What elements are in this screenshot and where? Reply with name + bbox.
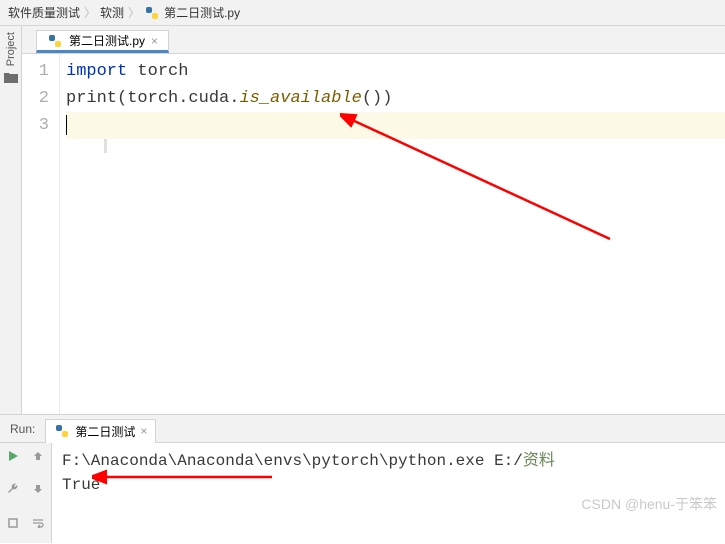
code-line-current [66, 112, 725, 139]
rerun-button[interactable] [0, 443, 26, 469]
console-line: F:\Anaconda\Anaconda\envs\pytorch\python… [62, 449, 715, 473]
folder-icon [4, 72, 18, 87]
run-tab-label: 第二日测试 [75, 423, 135, 440]
project-tool-sidebar[interactable]: Project [0, 26, 22, 414]
breadcrumb-file[interactable]: 第二日测试.py [164, 4, 240, 21]
console-line: True [62, 473, 715, 497]
breadcrumb-mid[interactable]: 软测 [100, 4, 124, 21]
run-header: Run: 第二日测试 × [0, 415, 725, 443]
chevron-right-icon: 〉 [128, 4, 140, 21]
run-toolbar [0, 443, 52, 543]
text-caret [66, 115, 67, 135]
editor-tab-active[interactable]: 第二日测试.py × [36, 30, 169, 53]
wrench-button[interactable] [0, 476, 26, 502]
python-file-icon [144, 5, 160, 21]
breadcrumb-root[interactable]: 软件质量测试 [8, 4, 80, 21]
chevron-right-icon: 〉 [84, 4, 96, 21]
code-fold-separator [104, 139, 144, 153]
gutter: 1 2 3 [22, 54, 60, 414]
up-button[interactable] [26, 443, 52, 469]
stop-button[interactable] [0, 510, 26, 536]
code-line: import torch [66, 58, 725, 85]
code-editor[interactable]: 1 2 3 import torch print(torch.cuda.is_a… [22, 54, 725, 414]
run-title: Run: [10, 422, 35, 436]
python-file-icon [47, 33, 63, 49]
python-icon [54, 423, 70, 439]
close-icon[interactable]: × [151, 34, 158, 48]
down-button[interactable] [26, 476, 52, 502]
code-line: print(torch.cuda.is_available()) [66, 85, 725, 112]
line-number: 3 [22, 112, 49, 139]
console-output[interactable]: F:\Anaconda\Anaconda\envs\pytorch\python… [52, 443, 725, 543]
tab-label: 第二日测试.py [69, 32, 145, 49]
breadcrumb: 软件质量测试 〉 软测 〉 第二日测试.py [0, 0, 725, 26]
editor-tabs: 第二日测试.py × [22, 26, 725, 54]
line-number: 2 [22, 85, 49, 112]
soft-wrap-button[interactable] [26, 510, 52, 536]
run-tab[interactable]: 第二日测试 × [45, 419, 156, 443]
code-content[interactable]: import torch print(torch.cuda.is_availab… [60, 54, 725, 414]
close-icon[interactable]: × [140, 424, 147, 438]
project-label: Project [5, 32, 17, 66]
line-number: 1 [22, 58, 49, 85]
run-panel: Run: 第二日测试 × F:\Anaconda\Anaconda\envs\p… [0, 414, 725, 543]
